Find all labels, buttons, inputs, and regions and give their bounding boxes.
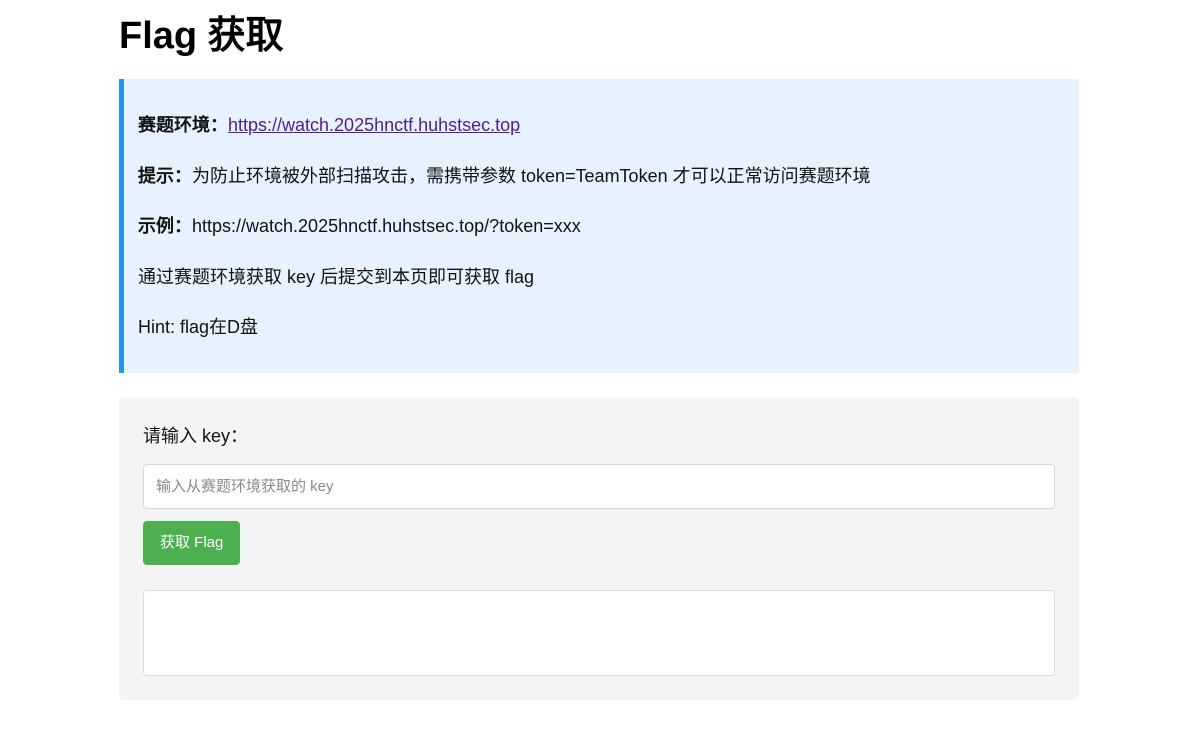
hint-text: Hint: flag在D盘 <box>138 317 259 337</box>
example-line: 示例：https://watch.2025hnctf.huhstsec.top/… <box>138 214 1079 265</box>
get-flag-button[interactable]: 获取 Flag <box>143 521 241 565</box>
challenge-info-box: 赛题环境：https://watch.2025hnctf.huhstsec.to… <box>119 79 1079 373</box>
page-container: Flag 获取 赛题环境：https://watch.2025hnctf.huh… <box>119 0 1079 700</box>
page-title: Flag 获取 <box>119 15 284 57</box>
env-link[interactable]: https://watch.2025hnctf.huhstsec.top <box>228 115 520 135</box>
env-line: 赛题环境：https://watch.2025hnctf.huhstsec.to… <box>138 113 1079 164</box>
tip-text: 为防止环境被外部扫描攻击，需携带参数 token=TeamToken 才可以正常… <box>192 165 871 186</box>
example-text: https://watch.2025hnctf.huhstsec.top/?to… <box>192 216 581 236</box>
key-input[interactable] <box>143 464 1055 509</box>
tip-label: 提示： <box>138 165 192 186</box>
tip-line: 提示：为防止环境被外部扫描攻击，需携带参数 token=TeamToken 才可… <box>138 164 1079 215</box>
key-label: 请输入 key： <box>143 426 249 446</box>
instruction-text: 通过赛题环境获取 key 后提交到本页即可获取 flag <box>138 266 535 287</box>
env-label: 赛题环境： <box>138 115 228 135</box>
example-label: 示例： <box>138 216 192 236</box>
result-output <box>143 590 1055 676</box>
key-form: 请输入 key： 获取 Flag <box>119 397 1079 700</box>
